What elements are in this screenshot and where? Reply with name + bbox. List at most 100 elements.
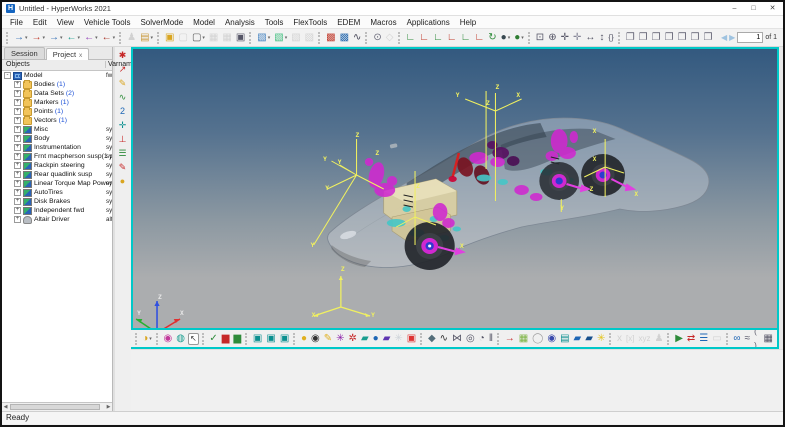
pan-hand-icon[interactable]: ✛: [572, 31, 582, 45]
expand-icon[interactable]: +: [14, 81, 21, 88]
graphic-entity-icon[interactable]: ▰: [360, 332, 370, 346]
delete-page-icon[interactable]: ▢: [177, 31, 188, 45]
tab-session[interactable]: Session: [4, 47, 45, 59]
toolbar-group-handle[interactable]: [725, 332, 729, 345]
highlight-icon[interactable]: ◇: [385, 31, 395, 45]
view-sphere-icon[interactable]: ● ▾: [500, 31, 512, 45]
tree-row[interactable]: + Vectors (1): [2, 115, 112, 125]
lock-open-icon[interactable]: ▆: [232, 332, 242, 346]
capture-video-icon[interactable]: ▣: [265, 332, 276, 346]
menu-view[interactable]: View: [52, 16, 79, 29]
toolbar-group-handle[interactable]: [119, 31, 122, 44]
menu-applications[interactable]: Applications: [402, 16, 455, 29]
datasets-arrow-icon[interactable]: →: [504, 332, 516, 346]
expand-icon[interactable]: +: [14, 108, 21, 115]
dropdown-caret-icon[interactable]: ▾: [113, 31, 116, 45]
page-window-2-icon[interactable]: ❐: [638, 31, 649, 45]
import-solver-icon[interactable]: → ▾: [48, 31, 64, 45]
expand-icon[interactable]: +: [14, 135, 21, 142]
menu-macros[interactable]: Macros: [365, 16, 401, 29]
vehicle-tools-icon[interactable]: ◆: [427, 332, 437, 346]
bushing-icon[interactable]: ‖: [488, 332, 494, 346]
dropdown-caret-icon[interactable]: ▾: [151, 31, 154, 45]
dropdown-caret-icon[interactable]: ▾: [285, 31, 288, 45]
brackets-icon[interactable]: {}: [607, 31, 614, 45]
report-red-icon[interactable]: ▩: [325, 31, 336, 45]
sync-model-icon[interactable]: ⇄: [686, 332, 696, 346]
export-cad-icon[interactable]: → ▾: [31, 31, 47, 45]
expand-icon[interactable]: +: [14, 90, 21, 97]
coil-spring-icon[interactable]: ∿: [439, 332, 449, 346]
zoom-select-icon[interactable]: ⊙: [372, 31, 382, 45]
page-window-6-icon[interactable]: ❐: [690, 31, 701, 45]
parentheses-icon[interactable]: ( ): [753, 330, 760, 347]
page-layout-icon[interactable]: ▢ ▾: [191, 31, 206, 45]
toolbar-group-handle[interactable]: [609, 332, 612, 345]
axes-tool-icon[interactable]: ⊥: [116, 132, 129, 146]
tree-row[interactable]: + Altair Driver altair_driver: [2, 215, 112, 224]
curve-tool-icon[interactable]: ∿: [116, 90, 129, 104]
flex-graph-icon[interactable]: ≈: [744, 332, 752, 346]
zoom-window-icon[interactable]: ✛: [560, 31, 570, 45]
toolbar-group-handle[interactable]: [249, 31, 252, 44]
expand-icon[interactable]: +: [14, 99, 21, 106]
layers-tool-icon[interactable]: ☰: [116, 146, 129, 160]
contact-entity-icon[interactable]: ●: [372, 332, 380, 346]
tree-row[interactable]: + Markers (1): [2, 97, 112, 107]
capture-image-icon[interactable]: ▣: [279, 332, 290, 346]
expression-x-icon[interactable]: x: [616, 332, 623, 346]
plane-b-icon[interactable]: ▰: [584, 332, 594, 346]
view-left-icon[interactable]: ∟: [432, 31, 444, 45]
menu-edit[interactable]: Edit: [28, 16, 52, 29]
stack-bars-icon[interactable]: ☰: [698, 332, 709, 346]
dropdown-caret-icon[interactable]: ▾: [60, 31, 63, 45]
ellipsoid-icon[interactable]: ◯: [531, 332, 544, 346]
expand-icon[interactable]: +: [14, 162, 21, 169]
expand-window-icon[interactable]: ▣: [235, 31, 246, 45]
next-page-icon[interactable]: ▶: [729, 33, 735, 42]
menu-analysis[interactable]: Analysis: [220, 16, 260, 29]
plot-curves-icon[interactable]: ∿: [352, 31, 362, 45]
marker-entity-icon[interactable]: ✎: [323, 332, 333, 346]
view-front-icon[interactable]: ∟: [405, 31, 417, 45]
points-tool-icon[interactable]: ✱: [116, 48, 129, 62]
dropdown-caret-icon[interactable]: ▾: [268, 31, 271, 45]
export-solver-icon[interactable]: ← ▾: [66, 31, 82, 45]
page-window-5-icon[interactable]: ❐: [677, 31, 688, 45]
layout-two-icon[interactable]: ▦: [208, 31, 219, 45]
arrow-vertical-icon[interactable]: ↕: [598, 31, 605, 45]
view-top-icon[interactable]: ∟: [460, 31, 472, 45]
view-iso-icon[interactable]: ↻: [487, 31, 497, 45]
point-entity-icon[interactable]: ●: [300, 332, 308, 346]
arrow-horizontal-icon[interactable]: ↔: [584, 31, 596, 45]
tree-row[interactable]: + Data Sets (2): [2, 88, 112, 98]
menu-flextools[interactable]: FlexTools: [288, 16, 332, 29]
expand-icon[interactable]: +: [14, 198, 21, 205]
expand-icon[interactable]: +: [14, 207, 21, 214]
menu-vehicle-tools[interactable]: Vehicle Tools: [79, 16, 136, 29]
marker-tool-icon[interactable]: ✛: [116, 118, 129, 132]
page-number-input[interactable]: [737, 32, 764, 43]
scroll-left-icon[interactable]: ◀: [2, 404, 9, 411]
tree-row[interactable]: + Frnt macpherson susp(1 pc. LCA)sys_frnt…: [2, 152, 112, 161]
expand-icon[interactable]: +: [14, 117, 21, 124]
apply-check-icon[interactable]: ✓: [208, 332, 218, 346]
expand-icon[interactable]: +: [14, 216, 21, 223]
wizard-person-icon[interactable]: ♟: [126, 31, 137, 45]
walk-person-icon[interactable]: ♟: [654, 332, 665, 346]
toolbar-group-handle[interactable]: [397, 31, 401, 44]
paste-disabled-icon[interactable]: ▧: [304, 31, 315, 45]
plane-a-icon[interactable]: ▰: [573, 332, 583, 346]
select-arrow-icon[interactable]: ↖: [187, 332, 199, 345]
toolbar-group-handle[interactable]: [496, 332, 500, 345]
transparency-sphere-icon[interactable]: ◍: [175, 332, 186, 346]
toolbar-group-handle[interactable]: [365, 31, 368, 44]
image-plane-icon[interactable]: ▦: [518, 332, 529, 346]
view-right-icon[interactable]: ∟: [446, 31, 458, 45]
layout-three-icon[interactable]: ▦: [221, 31, 232, 45]
multi-sphere-icon[interactable]: ◉: [546, 332, 557, 346]
toolbar-group-handle[interactable]: [157, 31, 160, 44]
spring-entity-icon[interactable]: ✲: [348, 332, 358, 346]
copy-disabled-icon[interactable]: ▧: [290, 31, 301, 45]
page-window-7-icon[interactable]: ❐: [703, 31, 714, 45]
